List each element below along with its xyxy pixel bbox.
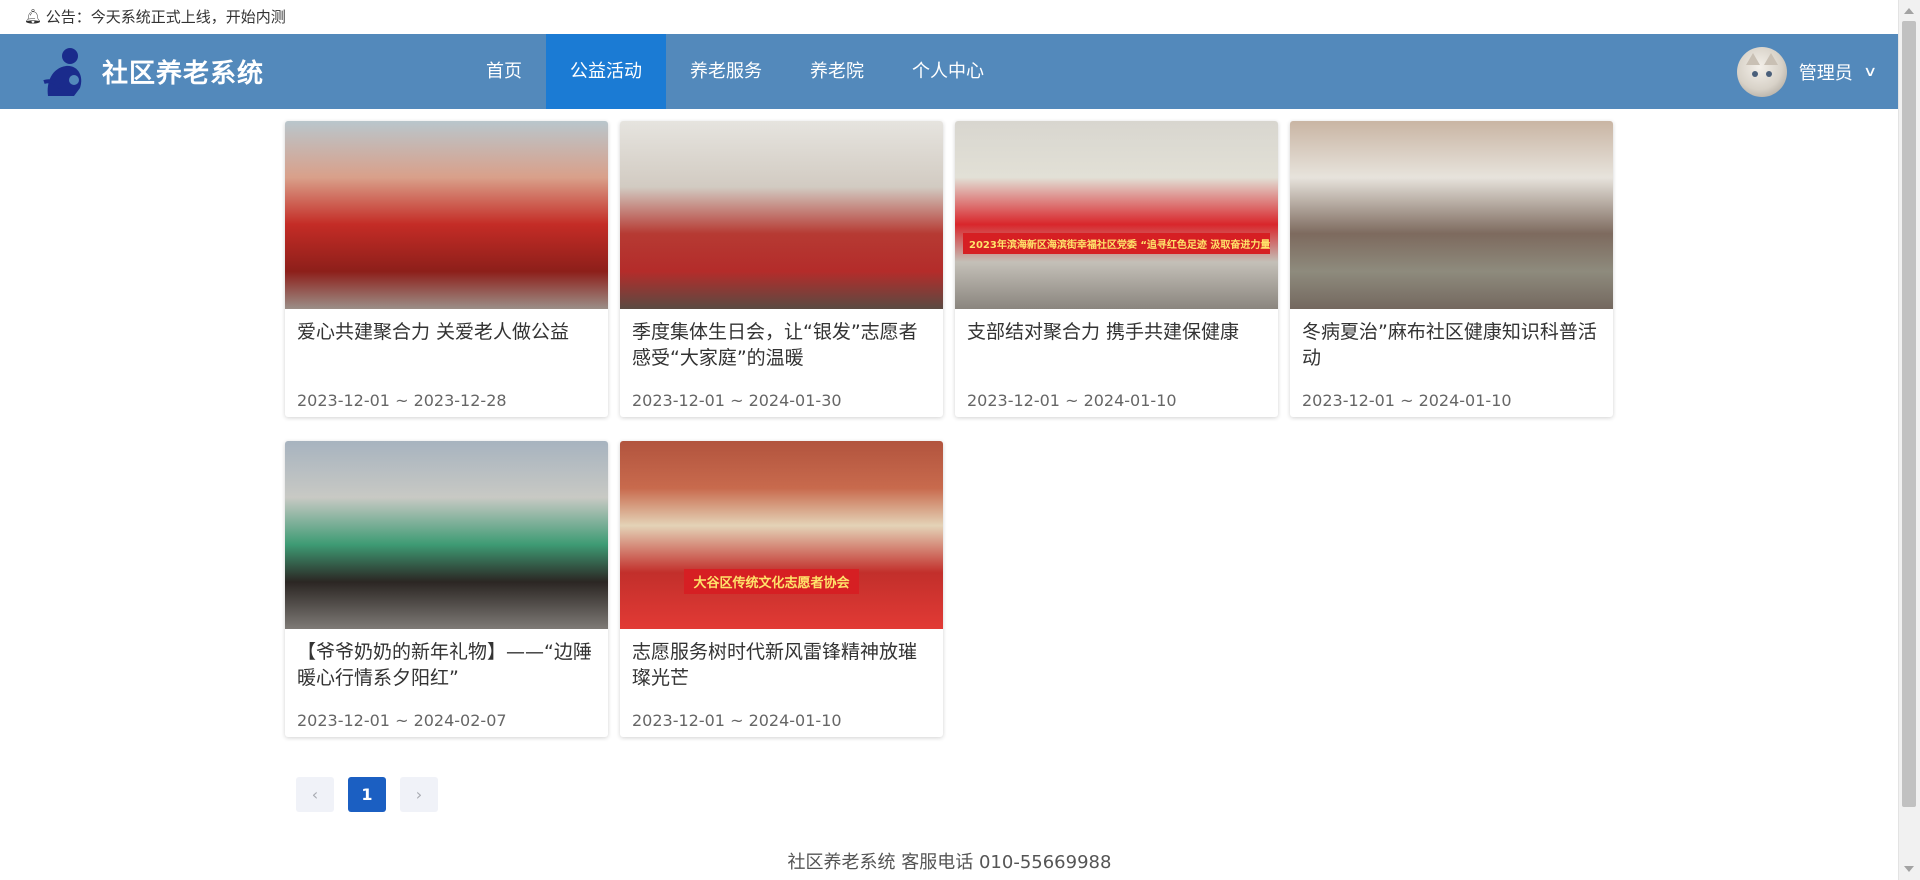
nav-personal-center[interactable]: 个人中心: [888, 34, 1008, 109]
activity-title[interactable]: 【爷爷奶奶的新年礼物】——“边陲暖心行情系夕阳红”: [285, 629, 608, 701]
activity-grid: 爱心共建聚合力 关爱老人做公益 2023-12-01 ~ 2023-12-28 …: [285, 121, 1615, 737]
chevron-right-icon[interactable]: ›: [400, 777, 438, 812]
activity-title[interactable]: 季度集体生日会，让“银发”志愿者感受“大家庭”的温暖: [620, 309, 943, 381]
user-name[interactable]: 管理员: [1799, 59, 1853, 85]
scroll-down-icon[interactable]: [1904, 866, 1914, 872]
avatar[interactable]: [1736, 46, 1787, 97]
nav-charity-activities[interactable]: 公益活动: [546, 34, 667, 109]
activity-card[interactable]: 2023年滨海新区海滨街幸福社区党委 “追寻红色足迹 汲取奋进力量”主题党日活动…: [955, 121, 1278, 417]
activity-photo[interactable]: 2023年滨海新区海滨街幸福社区党委 “追寻红色足迹 汲取奋进力量”主题党日活动: [955, 121, 1278, 309]
activity-date: 2023-12-01 ~ 2024-01-10: [632, 711, 842, 730]
activity-card[interactable]: 大谷区传统文化志愿者协会 志愿服务树时代新风雷锋精神放璀璨光芒 2023-12-…: [620, 441, 943, 737]
scroll-up-icon[interactable]: [1904, 8, 1914, 14]
photo-banner-text: 大谷区传统文化志愿者协会: [684, 569, 859, 594]
chevron-down-icon[interactable]: ∨: [1863, 64, 1877, 80]
page-scrollbar[interactable]: [1898, 0, 1920, 880]
activity-date: 2023-12-01 ~ 2024-01-10: [1302, 391, 1512, 410]
logo[interactable]: 社区养老系统: [40, 46, 264, 98]
elder-person-logo-icon: [43, 47, 82, 96]
activity-photo[interactable]: [620, 121, 943, 309]
activity-date: 2023-12-01 ~ 2023-12-28: [297, 391, 507, 410]
activity-card[interactable]: 冬病夏治”麻布社区健康知识科普活动 2023-12-01 ~ 2024-01-1…: [1290, 121, 1613, 417]
activity-photo[interactable]: [285, 441, 608, 629]
user-menu[interactable]: 管理员 ∨: [1736, 34, 1877, 109]
activity-card[interactable]: 季度集体生日会，让“银发”志愿者感受“大家庭”的温暖 2023-12-01 ~ …: [620, 121, 943, 417]
nav-elderly-services[interactable]: 养老服务: [666, 34, 786, 109]
activity-title[interactable]: 冬病夏治”麻布社区健康知识科普活动: [1290, 309, 1613, 381]
activity-date: 2023-12-01 ~ 2024-01-10: [967, 391, 1177, 410]
top-header: 社区养老系统 首页 公益活动 养老服务 养老院 个人中心 管理员 ∨: [0, 34, 1899, 109]
announcement-text: 公告：今天系统正式上线，开始内测: [45, 8, 286, 26]
activity-title[interactable]: 爱心共建聚合力 关爱老人做公益: [285, 309, 608, 381]
scrollbar-thumb[interactable]: [1902, 21, 1916, 807]
activity-card[interactable]: 【爷爷奶奶的新年礼物】——“边陲暖心行情系夕阳红” 2023-12-01 ~ 2…: [285, 441, 608, 737]
pagination: ‹ 1 ›: [296, 777, 438, 812]
activity-title[interactable]: 支部结对聚合力 携手共建保健康: [955, 309, 1278, 381]
activity-photo[interactable]: 大谷区传统文化志愿者协会: [620, 441, 943, 629]
activity-date: 2023-12-01 ~ 2024-02-07: [297, 711, 507, 730]
nav-home[interactable]: 首页: [462, 34, 546, 109]
activity-card[interactable]: 爱心共建聚合力 关爱老人做公益 2023-12-01 ~ 2023-12-28: [285, 121, 608, 417]
activity-date: 2023-12-01 ~ 2024-01-30: [632, 391, 842, 410]
nav-nursing-home[interactable]: 养老院: [786, 34, 888, 109]
activity-photo[interactable]: [1290, 121, 1613, 309]
main-nav: 首页 公益活动 养老服务 养老院 个人中心: [462, 34, 1008, 109]
site-title: 社区养老系统: [102, 59, 265, 89]
announcement-bar: 🔔︎ 公告：今天系统正式上线，开始内测: [0, 0, 1920, 34]
bell-icon: 🔔︎: [24, 9, 42, 25]
chevron-left-icon[interactable]: ‹: [296, 777, 334, 812]
activity-photo[interactable]: [285, 121, 608, 309]
activity-title[interactable]: 志愿服务树时代新风雷锋精神放璀璨光芒: [620, 629, 943, 701]
footer-text: 社区养老系统 客服电话 010-55669988: [787, 852, 1112, 873]
photo-banner-text: 2023年滨海新区海滨街幸福社区党委 “追寻红色足迹 汲取奋进力量”主题党日活动: [963, 233, 1270, 254]
page-button-current[interactable]: 1: [348, 777, 386, 812]
